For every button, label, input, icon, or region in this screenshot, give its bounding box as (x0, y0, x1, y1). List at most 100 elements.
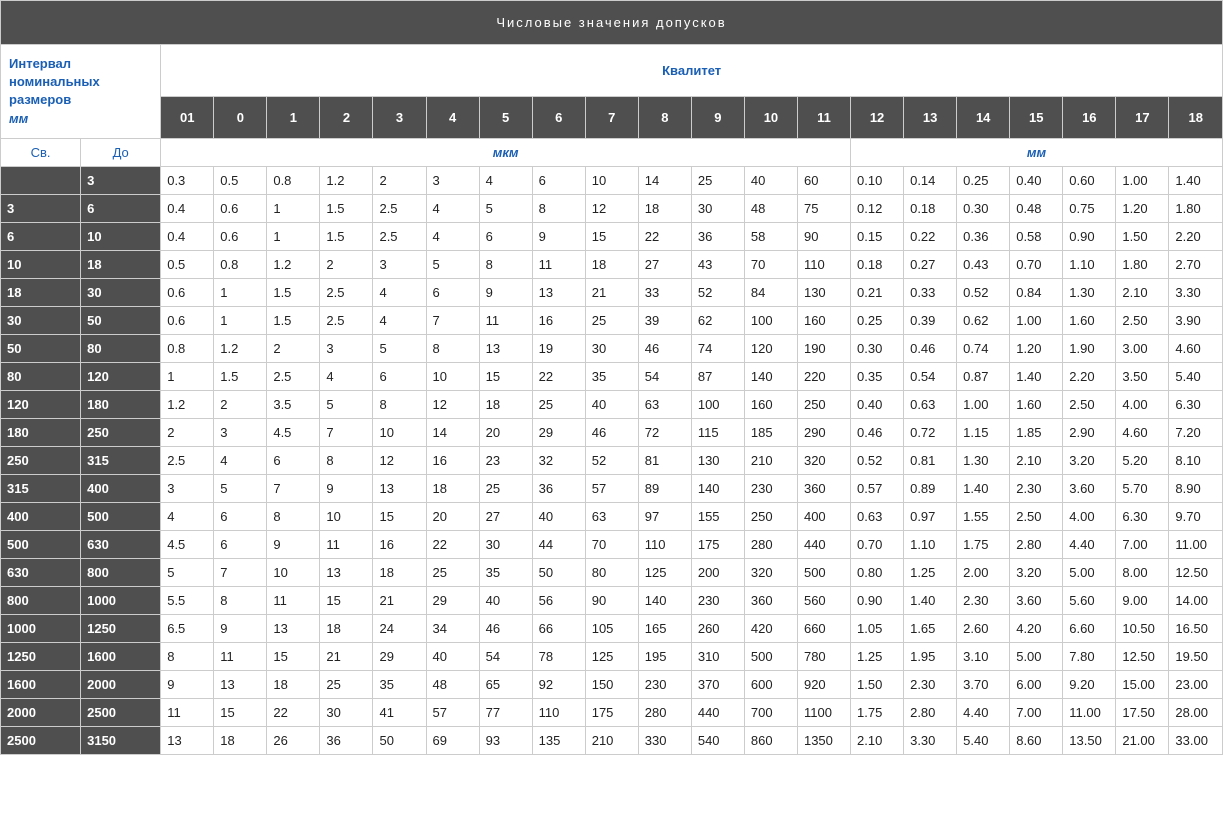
table-row: 18300.611.52.546913213352841300.210.330.… (1, 278, 1223, 306)
data-cell: 0.6 (214, 222, 267, 250)
data-cell: 77 (479, 698, 532, 726)
data-cell: 0.97 (904, 502, 957, 530)
data-cell: 12 (585, 194, 638, 222)
data-cell: 5.70 (1116, 474, 1169, 502)
data-cell: 920 (797, 670, 850, 698)
data-cell: 1.2 (320, 166, 373, 194)
data-cell: 0.15 (851, 222, 904, 250)
table-row: 8012011.52.5461015223554871402200.350.54… (1, 362, 1223, 390)
data-cell: 0.40 (851, 390, 904, 418)
data-cell: 0.70 (1010, 250, 1063, 278)
interval-header: Интервал номинальных размеров мм (1, 45, 161, 139)
data-cell: 3 (161, 474, 214, 502)
data-cell: 0.27 (904, 250, 957, 278)
data-cell: 5.5 (161, 586, 214, 614)
data-cell: 15 (373, 502, 426, 530)
row-to: 80 (81, 334, 161, 362)
data-cell: 30 (479, 530, 532, 558)
data-cell: 46 (479, 614, 532, 642)
data-cell: 360 (797, 474, 850, 502)
data-cell: 16 (532, 306, 585, 334)
data-cell: 27 (479, 502, 532, 530)
data-cell: 35 (373, 670, 426, 698)
data-cell: 5 (214, 474, 267, 502)
table-row: 180250234.571014202946721151852900.460.7… (1, 418, 1223, 446)
table-row: 30.30.50.81.2234610142540600.100.140.250… (1, 166, 1223, 194)
data-cell: 0.8 (267, 166, 320, 194)
data-cell: 40 (744, 166, 797, 194)
data-cell: 16.50 (1169, 614, 1223, 642)
data-cell: 6 (426, 278, 479, 306)
data-cell: 500 (744, 642, 797, 670)
grade-header-13: 13 (904, 96, 957, 138)
data-cell: 63 (638, 390, 691, 418)
data-cell: 7 (214, 558, 267, 586)
data-cell: 21 (585, 278, 638, 306)
data-cell: 1.95 (904, 642, 957, 670)
data-cell: 7 (267, 474, 320, 502)
data-cell: 1.5 (267, 278, 320, 306)
data-cell: 0.6 (161, 278, 214, 306)
data-cell: 40 (585, 390, 638, 418)
data-cell: 75 (797, 194, 850, 222)
data-cell: 155 (691, 502, 744, 530)
data-cell: 330 (638, 726, 691, 754)
data-cell: 2.90 (1063, 418, 1116, 446)
data-cell: 52 (691, 278, 744, 306)
data-cell: 32 (532, 446, 585, 474)
data-cell: 22 (638, 222, 691, 250)
row-to: 630 (81, 530, 161, 558)
data-cell: 13 (267, 614, 320, 642)
data-cell: 0.4 (161, 222, 214, 250)
grade-header-7: 7 (585, 96, 638, 138)
table-row: 160020009131825354865921502303706009201.… (1, 670, 1223, 698)
data-cell: 1.40 (1010, 362, 1063, 390)
data-cell: 22 (532, 362, 585, 390)
table-row: 2500315013182636506993135210330540860135… (1, 726, 1223, 754)
data-cell: 1.10 (904, 530, 957, 558)
data-cell: 36 (320, 726, 373, 754)
data-cell: 6.60 (1063, 614, 1116, 642)
data-cell: 89 (638, 474, 691, 502)
interval-line1: Интервал (9, 56, 71, 71)
data-cell: 41 (373, 698, 426, 726)
data-cell: 90 (585, 586, 638, 614)
data-cell: 25 (320, 670, 373, 698)
data-cell: 3.00 (1116, 334, 1169, 362)
data-cell: 1.30 (957, 446, 1010, 474)
data-cell: 9 (320, 474, 373, 502)
data-cell: 4.00 (1063, 502, 1116, 530)
data-cell: 310 (691, 642, 744, 670)
data-cell: 0.3 (161, 166, 214, 194)
data-cell: 2.5 (320, 306, 373, 334)
data-cell: 1.85 (1010, 418, 1063, 446)
data-cell: 78 (532, 642, 585, 670)
data-cell: 110 (532, 698, 585, 726)
data-cell: 2.80 (904, 698, 957, 726)
data-cell: 63 (585, 502, 638, 530)
data-cell: 57 (426, 698, 479, 726)
data-cell: 2.20 (1169, 222, 1223, 250)
data-cell: 6 (373, 362, 426, 390)
data-cell: 1.75 (957, 530, 1010, 558)
data-cell: 4.60 (1116, 418, 1169, 446)
data-cell: 7.00 (1116, 530, 1169, 558)
data-cell: 2.80 (1010, 530, 1063, 558)
data-cell: 13 (532, 278, 585, 306)
table-row: 10180.50.81.2235811182743701100.180.270.… (1, 250, 1223, 278)
data-cell: 15 (267, 642, 320, 670)
data-cell: 52 (585, 446, 638, 474)
data-cell: 22 (267, 698, 320, 726)
unit-mm-header: мм (851, 138, 1223, 166)
data-cell: 2.60 (957, 614, 1010, 642)
data-cell: 11.00 (1063, 698, 1116, 726)
row-from: 250 (1, 446, 81, 474)
data-cell: 0.33 (904, 278, 957, 306)
data-cell: 3.70 (957, 670, 1010, 698)
data-cell: 140 (691, 474, 744, 502)
data-cell: 39 (638, 306, 691, 334)
grade-header-17: 17 (1116, 96, 1169, 138)
data-cell: 25 (532, 390, 585, 418)
data-cell: 9 (214, 614, 267, 642)
data-cell: 6 (214, 530, 267, 558)
